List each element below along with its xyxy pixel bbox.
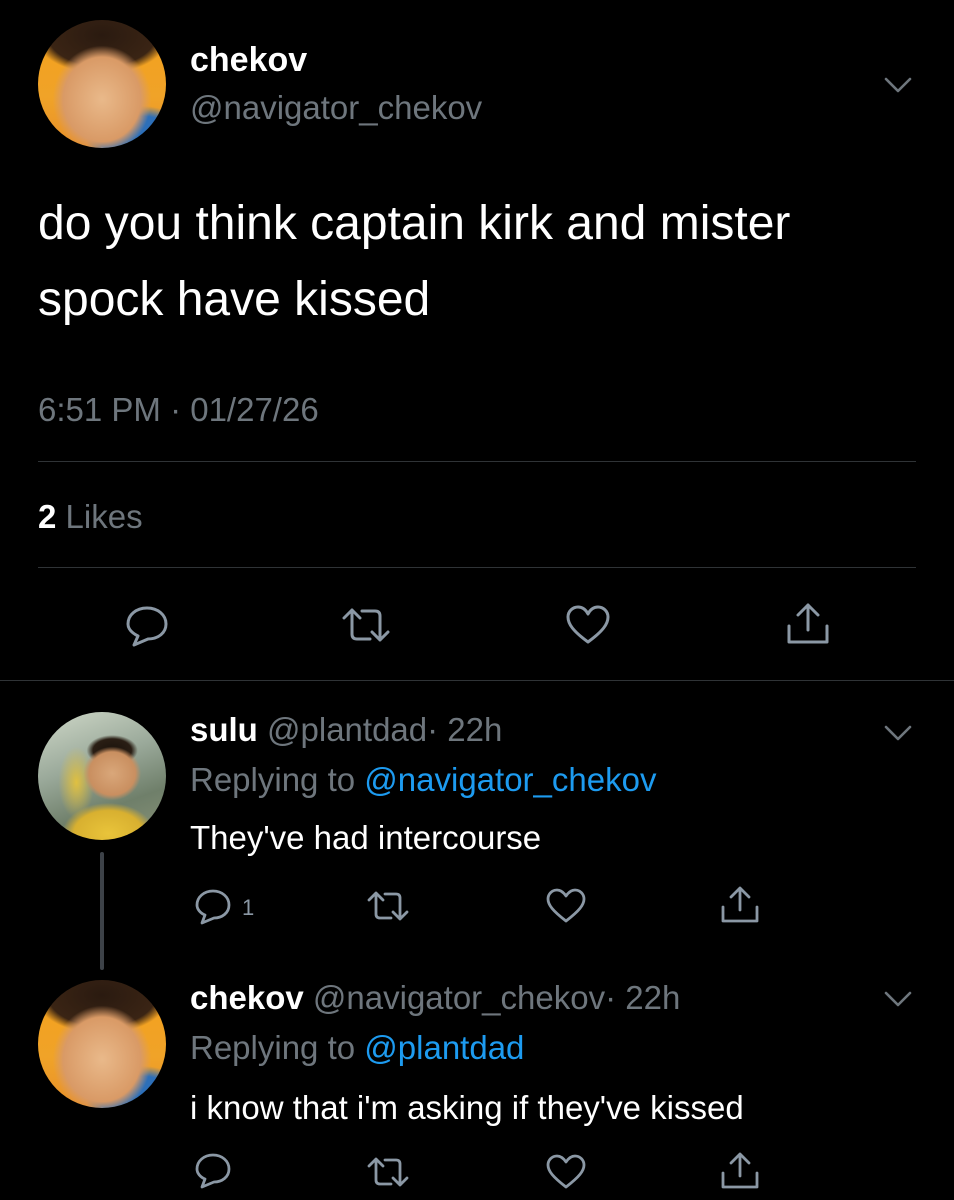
reply-handle[interactable]: @navigator_chekov xyxy=(313,979,605,1016)
replying-to-label: Replying to xyxy=(190,761,356,798)
reply-handle[interactable]: @plantdad xyxy=(267,711,427,748)
share-icon[interactable] xyxy=(783,600,833,648)
author-handle[interactable]: @navigator_chekov xyxy=(190,88,482,128)
retweet-icon[interactable] xyxy=(364,1152,412,1192)
replying-to-link[interactable]: @plantdad xyxy=(364,1029,524,1066)
replying-to: Replying to @navigator_chekov xyxy=(190,760,656,800)
reply-icon[interactable] xyxy=(192,886,234,926)
tweet-timestamp[interactable]: 6:51 PM · 01/27/26 xyxy=(38,390,319,430)
heart-icon[interactable] xyxy=(563,602,613,648)
tweet-text-line-2: spock have kissed xyxy=(38,273,431,326)
chevron-down-icon[interactable] xyxy=(880,984,916,1014)
likes-label: Likes xyxy=(65,498,143,535)
likes-count: 2 xyxy=(38,498,57,535)
retweet-icon[interactable] xyxy=(364,886,412,926)
chevron-down-icon[interactable] xyxy=(880,70,916,100)
section-divider xyxy=(0,680,954,681)
reply-count: 1 xyxy=(242,895,255,920)
thread-connector xyxy=(100,852,104,970)
reply-text: i know that i'm asking if they've kissed xyxy=(190,1089,744,1126)
replying-to: Replying to @plantdad xyxy=(190,1028,524,1068)
chevron-down-icon[interactable] xyxy=(880,718,916,748)
reply-display-name[interactable]: chekov xyxy=(190,979,304,1016)
share-icon[interactable] xyxy=(718,884,762,926)
replying-to-link[interactable]: @navigator_chekov xyxy=(364,761,656,798)
reply-header: chekov @navigator_chekov· 22h xyxy=(190,978,680,1018)
reply-icon[interactable] xyxy=(122,602,172,648)
avatar[interactable] xyxy=(38,980,166,1108)
avatar[interactable] xyxy=(38,20,166,148)
replying-to-label: Replying to xyxy=(190,1029,356,1066)
divider xyxy=(38,461,916,462)
reply-text: They've had intercourse xyxy=(190,819,542,856)
reply-display-name[interactable]: sulu xyxy=(190,711,258,748)
heart-icon[interactable] xyxy=(544,1152,588,1192)
reply-time[interactable]: · 22h xyxy=(605,979,680,1016)
reply-icon[interactable] xyxy=(192,1150,234,1190)
reply-header: sulu @plantdad· 22h xyxy=(190,710,502,750)
tweet-text-line-1: do you think captain kirk and mister xyxy=(38,197,791,250)
avatar[interactable] xyxy=(38,712,166,840)
reply-time[interactable]: · 22h xyxy=(427,711,502,748)
share-icon[interactable] xyxy=(718,1150,762,1192)
heart-icon[interactable] xyxy=(544,886,588,926)
author-display-name[interactable]: chekov xyxy=(190,40,307,80)
divider xyxy=(38,567,916,568)
likes-summary[interactable]: 2 Likes xyxy=(38,497,143,537)
retweet-icon[interactable] xyxy=(338,602,394,648)
